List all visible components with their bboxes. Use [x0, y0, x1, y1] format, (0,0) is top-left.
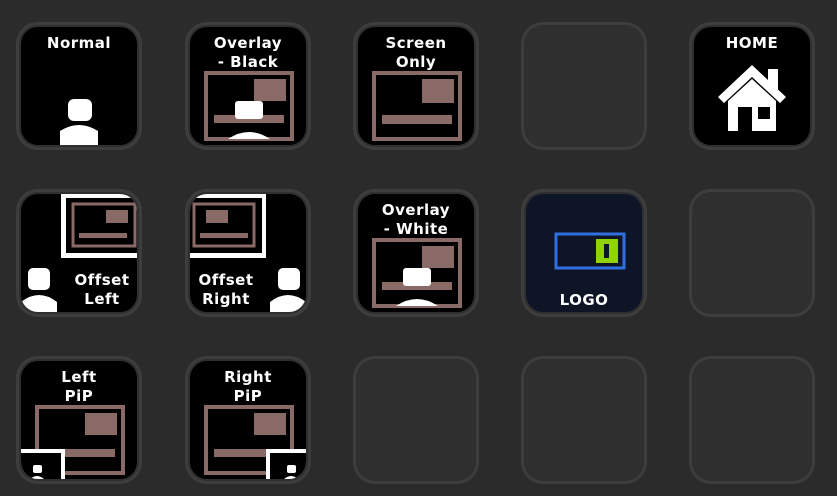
screen-only-key[interactable]: Screen Only: [353, 22, 479, 150]
left-pip-label: Left PiP: [61, 368, 97, 405]
home-label: HOME: [725, 34, 779, 52]
right-pip-label: Right PiP: [224, 368, 272, 405]
overlay-white-label: Overlay - White: [381, 201, 451, 238]
empty-key[interactable]: [689, 189, 815, 317]
empty-key-face: [526, 361, 642, 479]
overlay-white-key[interactable]: Overlay - White: [353, 189, 479, 317]
overlay-black-key[interactable]: Overlay - Black: [185, 22, 311, 150]
right-pip-key[interactable]: Right PiP: [185, 356, 311, 484]
left-pip-key-face: Left PiP: [21, 361, 137, 479]
empty-key-face: [694, 194, 810, 312]
offset-right-label: Offset Right: [198, 271, 254, 308]
offset-right-key[interactable]: Offset Right: [185, 189, 311, 317]
home-key[interactable]: HOME: [689, 22, 815, 150]
normal-key[interactable]: Normal: [16, 22, 142, 150]
left-pip-key[interactable]: Left PiP: [16, 356, 142, 484]
empty-key-face: [694, 361, 810, 479]
overlay-white-key-face: Overlay - White: [358, 194, 474, 312]
logo-key-face: LOGO: [526, 194, 642, 312]
empty-key-face: [526, 27, 642, 145]
normal-label: Normal: [46, 34, 112, 52]
empty-key[interactable]: [689, 356, 815, 484]
logo-key[interactable]: LOGO: [521, 189, 647, 317]
empty-key[interactable]: [353, 356, 479, 484]
empty-key[interactable]: [521, 356, 647, 484]
screen-only-label: Screen Only: [385, 34, 447, 71]
overlay-black-label: Overlay - Black: [213, 34, 283, 71]
empty-key-face: [358, 361, 474, 479]
offset-left-key-face: Offset Left: [21, 194, 137, 312]
right-pip-key-face: Right PiP: [190, 361, 306, 479]
screen-only-key-face: Screen Only: [358, 27, 474, 145]
logo-label: LOGO: [559, 291, 609, 309]
offset-left-label: Offset Left: [74, 271, 130, 308]
offset-left-key[interactable]: Offset Left: [16, 189, 142, 317]
empty-key[interactable]: [521, 22, 647, 150]
overlay-black-key-face: Overlay - Black: [190, 27, 306, 145]
home-key-face: HOME: [694, 27, 810, 145]
offset-right-key-face: Offset Right: [190, 194, 306, 312]
normal-key-face: Normal: [21, 27, 137, 145]
